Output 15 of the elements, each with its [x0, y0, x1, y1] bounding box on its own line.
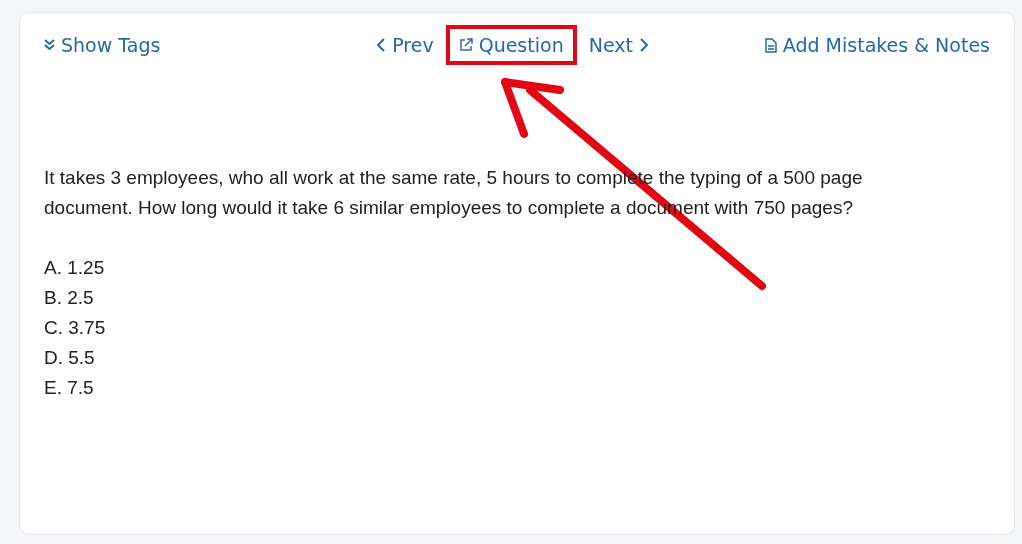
answer-option: B. 2.5: [44, 283, 990, 313]
answer-option: D. 5.5: [44, 343, 990, 373]
document-icon: [764, 37, 777, 53]
chevron-left-icon: [376, 37, 387, 53]
add-notes-link[interactable]: Add Mistakes & Notes: [764, 34, 990, 56]
question-link[interactable]: Question: [458, 34, 564, 56]
show-tags-link[interactable]: Show Tags: [44, 34, 161, 56]
next-link[interactable]: Next: [588, 34, 649, 56]
double-chevron-down-icon: [44, 39, 55, 51]
external-link-icon: [458, 38, 473, 52]
chevron-right-icon: [638, 37, 649, 53]
prev-link[interactable]: Prev: [376, 34, 434, 56]
answer-option: A. 1.25: [44, 253, 990, 283]
answer-option: E. 7.5: [44, 373, 990, 403]
answer-option: C. 3.75: [44, 313, 990, 343]
